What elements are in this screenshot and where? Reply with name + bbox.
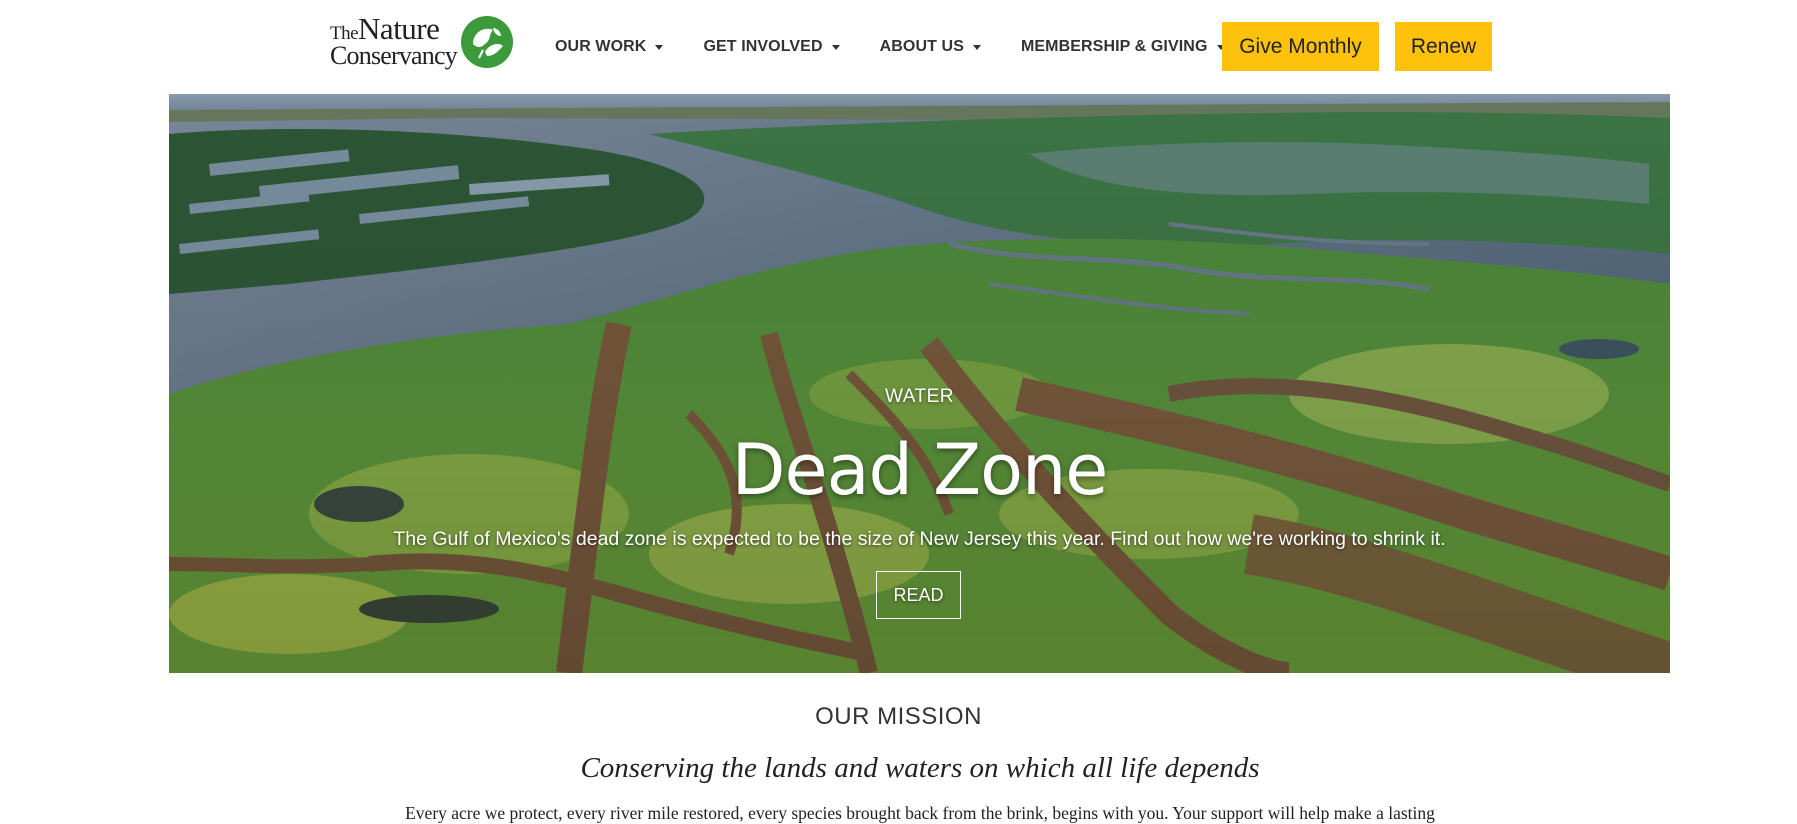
caret-down-icon <box>972 44 981 50</box>
nav-get-involved[interactable]: GET INVOLVED <box>703 38 840 56</box>
main-nav: OUR WORK GET INVOLVED ABOUT US MEMBERSHI… <box>555 22 1265 72</box>
nav-about-us[interactable]: ABOUT US <box>880 38 981 56</box>
mission-body: Every acre we protect, every river mile … <box>405 803 1435 823</box>
hero-category: WATER <box>885 386 954 407</box>
hero-subtitle: The Gulf of Mexico's dead zone is expect… <box>393 528 1446 550</box>
renew-button[interactable]: Renew <box>1395 22 1492 71</box>
nav-our-work-label: OUR WORK <box>555 38 647 55</box>
nav-get-involved-label: GET INVOLVED <box>703 38 823 55</box>
read-button[interactable]: READ <box>876 571 961 619</box>
give-monthly-button[interactable]: Give Monthly <box>1222 22 1379 71</box>
nav-about-us-label: ABOUT US <box>879 38 964 55</box>
mission-title: Conserving the lands and waters on which… <box>580 752 1260 784</box>
caret-down-icon <box>655 44 664 50</box>
hero-title: Dead Zone <box>731 429 1109 511</box>
logo-name-line2: Conservancy <box>330 40 458 70</box>
site-header: TheNature Conservancy OUR WORK GET INVOL… <box>0 0 1797 94</box>
logo[interactable]: TheNature Conservancy <box>330 12 526 72</box>
mission-heading: OUR MISSION <box>815 703 982 730</box>
hero-banner: WATER Dead Zone The Gulf of Mexico's dea… <box>169 94 1670 673</box>
caret-down-icon <box>831 44 840 50</box>
nav-membership-giving-label: MEMBERSHIP & GIVING <box>1020 38 1208 55</box>
logo-wordmark: TheNature Conservancy <box>330 13 458 70</box>
nav-our-work[interactable]: OUR WORK <box>555 38 664 56</box>
nav-membership-giving[interactable]: MEMBERSHIP & GIVING <box>1021 38 1225 56</box>
leaf-globe-icon <box>460 16 513 68</box>
